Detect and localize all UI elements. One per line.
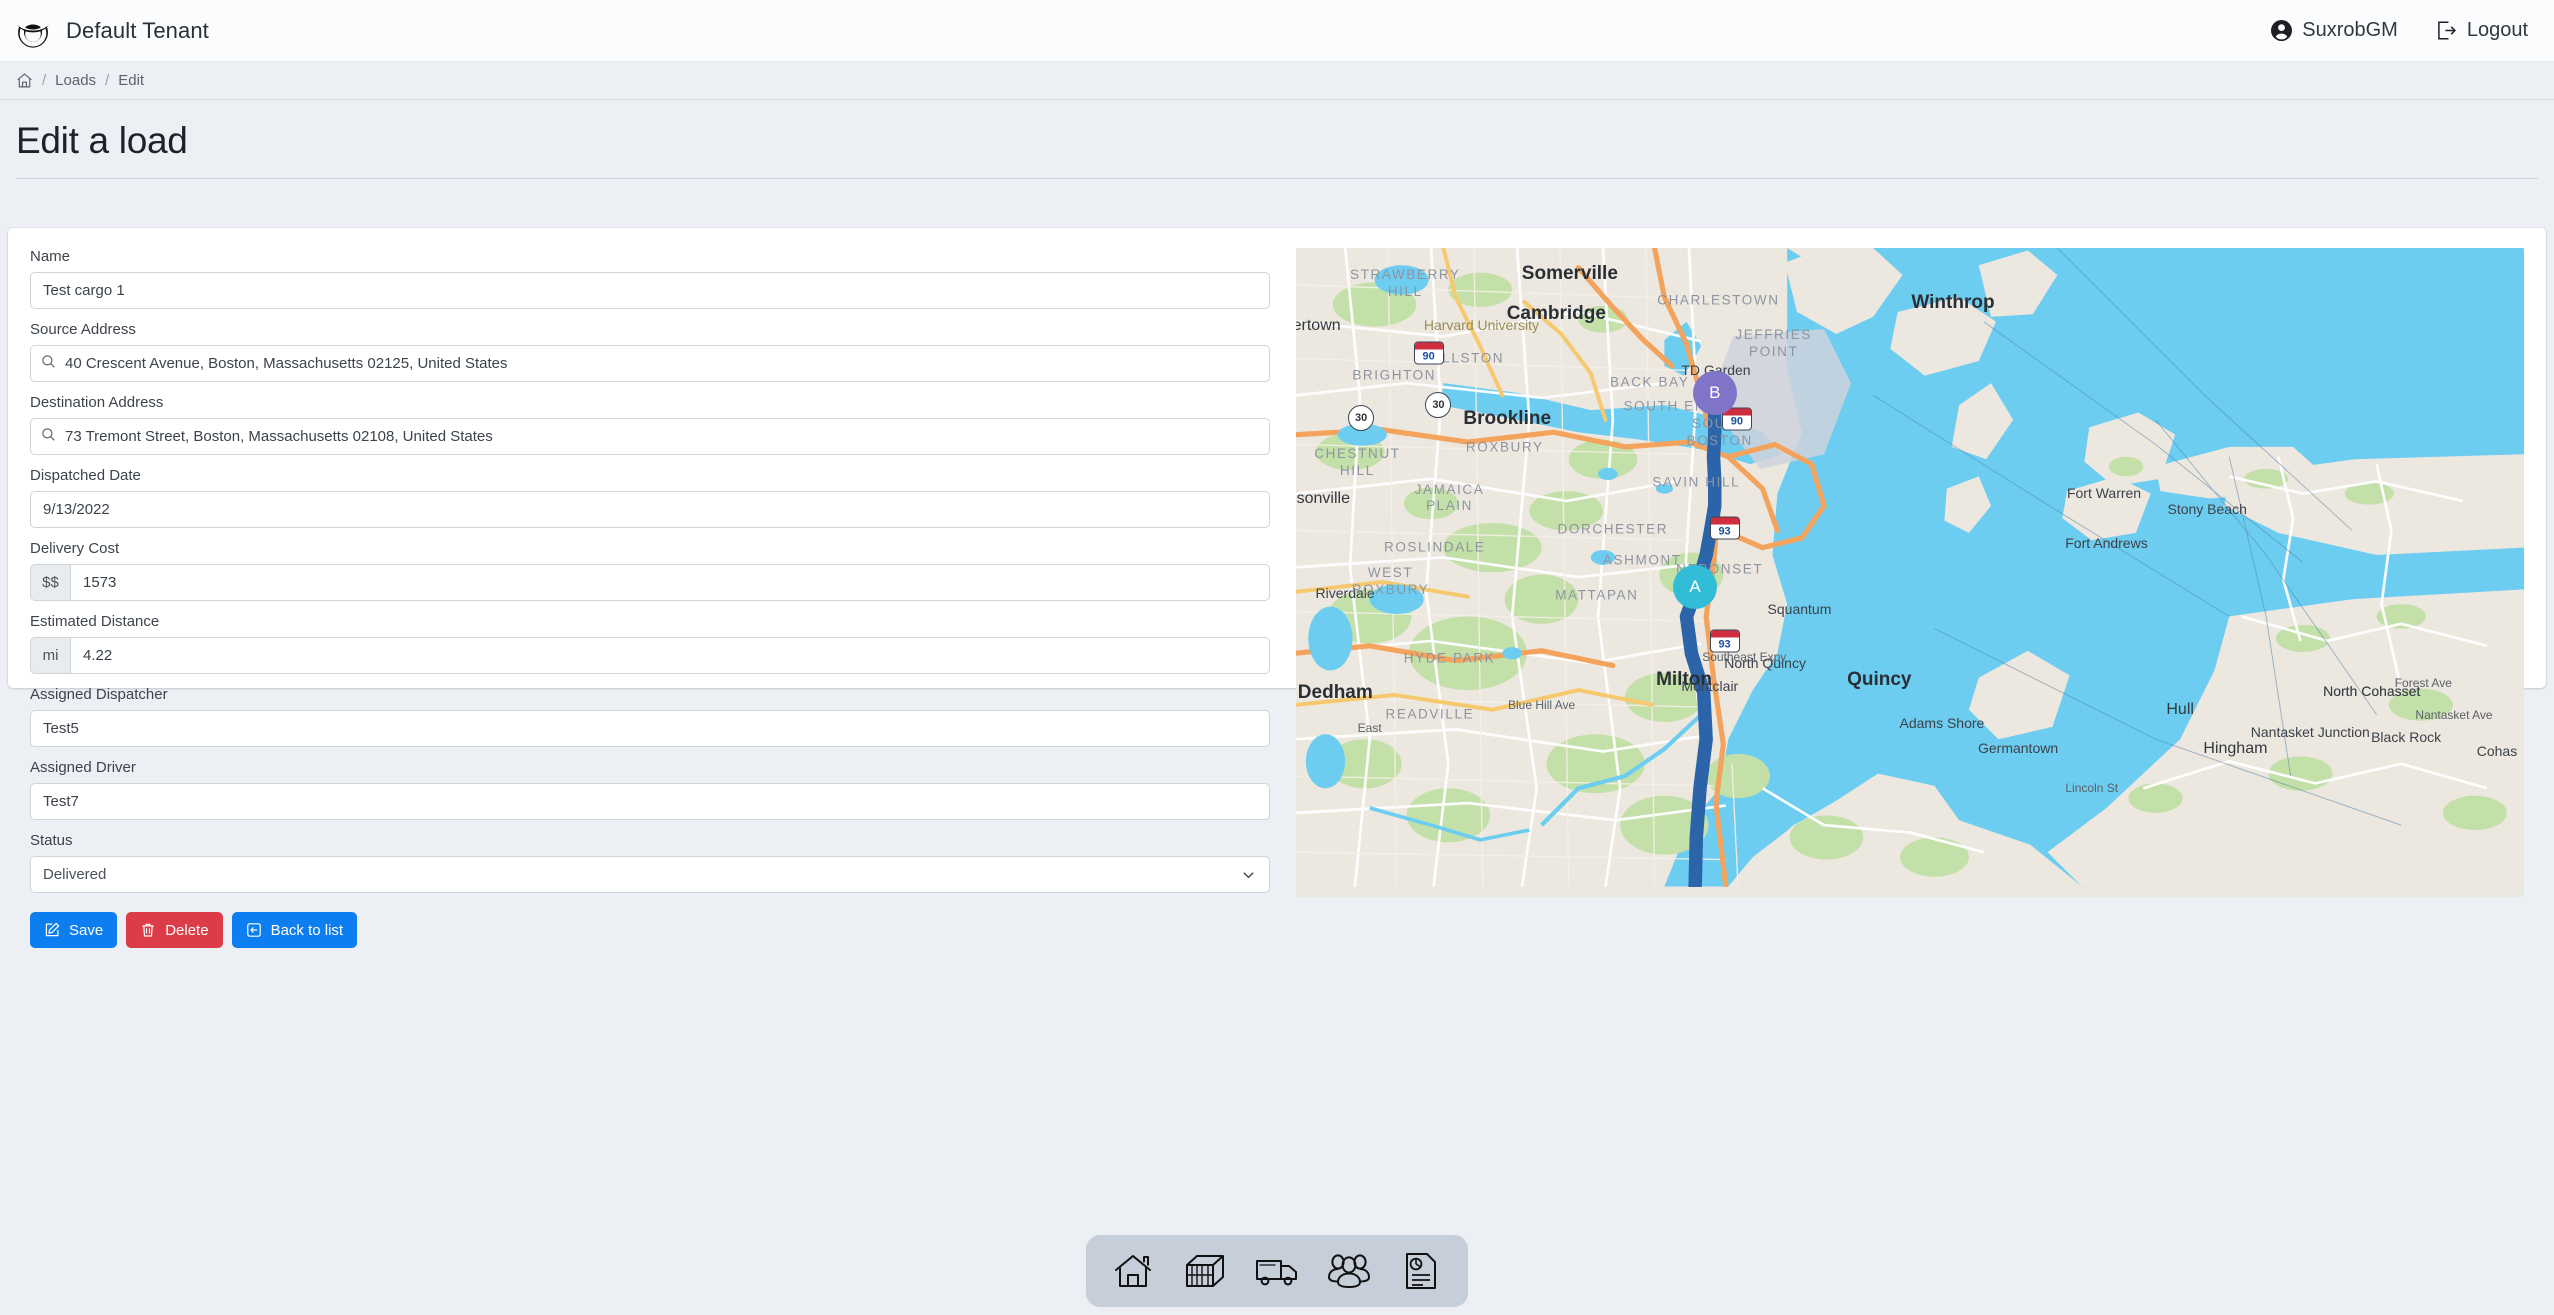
back-to-list-button[interactable]: Back to list <box>231 912 358 948</box>
pencil-square-icon <box>44 922 60 938</box>
label-assigned-driver: Assigned Driver <box>30 759 136 776</box>
container-icon <box>1184 1253 1226 1289</box>
delete-button[interactable]: Delete <box>126 912 223 948</box>
back-label: Back to list <box>270 921 344 939</box>
person-circle-icon <box>2271 20 2293 41</box>
field-name: Name Test cargo 1 <box>30 248 1270 309</box>
field-status: Status Delivered <box>30 832 1270 893</box>
state-route-shield-icon: 30 <box>1348 405 1375 432</box>
navbar-right: SuxrobGM Logout <box>2271 19 2528 42</box>
label-status: Status <box>30 832 73 849</box>
name-input[interactable]: Test cargo 1 <box>30 272 1270 309</box>
interstate-shield-icon: 93 <box>1709 629 1740 653</box>
field-delivery-cost: Delivery Cost $$ 1573 <box>30 540 1270 601</box>
delivery-cost-input[interactable]: 1573 <box>70 564 1270 601</box>
field-estimated-distance: Estimated Distance mi 4.22 <box>30 613 1270 674</box>
estimated-distance-input[interactable]: 4.22 <box>70 637 1270 674</box>
source-address-input[interactable]: 40 Crescent Avenue, Boston, Massachusett… <box>30 345 1270 382</box>
home-icon <box>1113 1253 1153 1289</box>
dock-item-reports[interactable] <box>1394 1247 1448 1295</box>
breadcrumb-separator-1: / <box>42 72 47 89</box>
brand-title: Default Tenant <box>66 17 209 43</box>
logout-icon <box>2436 20 2457 41</box>
arrow-left-square-icon <box>246 922 262 938</box>
source-address-value: 40 Crescent Avenue, Boston, Massachusett… <box>65 355 508 372</box>
report-icon <box>1403 1252 1439 1290</box>
user-name: SuxrobGM <box>2302 19 2398 41</box>
top-navbar: Default Tenant SuxrobGM Logout <box>0 0 2554 62</box>
breadcrumb-separator-2: / <box>105 72 110 89</box>
assigned-dispatcher-value: Test5 <box>43 720 79 737</box>
map-marker-b[interactable]: B <box>1692 370 1737 415</box>
bottom-dock <box>1086 1235 1468 1307</box>
users-icon <box>1327 1253 1371 1289</box>
status-select[interactable]: Delivered <box>30 856 1270 893</box>
label-delivery-cost: Delivery Cost <box>30 540 120 557</box>
field-assigned-driver: Assigned Driver Test7 <box>30 759 1270 820</box>
map-canvas <box>1296 248 2524 887</box>
estimated-distance-addon: mi <box>30 637 70 674</box>
breadcrumb-item-loads[interactable]: Loads <box>55 72 96 89</box>
label-estimated-distance: Estimated Distance <box>30 613 160 630</box>
assigned-dispatcher-input[interactable]: Test5 <box>30 710 1270 747</box>
breadcrumb: / Loads / Edit <box>0 62 2554 100</box>
page-header: Edit a load <box>0 100 2554 162</box>
trash-icon <box>140 922 156 938</box>
save-button[interactable]: Save <box>30 912 118 948</box>
label-destination-address: Destination Address <box>30 394 164 411</box>
dock-item-cargos[interactable] <box>1178 1247 1232 1295</box>
dock-item-employees[interactable] <box>1322 1247 1376 1295</box>
save-label: Save <box>69 921 104 939</box>
breadcrumb-home-icon[interactable] <box>16 72 33 89</box>
route-map-panel: Somerville Cambridge Winthrop Brookline Dedh… <box>1270 248 2524 897</box>
interstate-shield-icon: 90 <box>1413 341 1444 365</box>
dispatched-date-input[interactable]: 9/13/2022 <box>30 491 1270 528</box>
logout-button[interactable]: Logout <box>2436 19 2528 42</box>
name-value: Test cargo 1 <box>43 282 125 299</box>
label-name: Name <box>30 248 71 265</box>
status-value: Delivered <box>43 866 107 883</box>
dispatched-date-value: 9/13/2022 <box>43 501 110 518</box>
search-icon <box>41 354 56 373</box>
field-dispatched-date: Dispatched Date 9/13/2022 <box>30 467 1270 528</box>
dock-item-home[interactable] <box>1106 1247 1160 1295</box>
label-source-address: Source Address <box>30 321 136 338</box>
delivery-cost-value: 1573 <box>83 574 117 591</box>
estimated-distance-value: 4.22 <box>83 647 113 664</box>
destination-address-input[interactable]: 73 Tremont Street, Boston, Massachusetts… <box>30 418 1270 455</box>
edit-load-form: Name Test cargo 1 Source Address 40 Cres… <box>30 248 1270 948</box>
field-source-address: Source Address 40 Crescent Avenue, Bosto… <box>30 321 1270 382</box>
field-destination-address: Destination Address 73 Tremont Street, B… <box>30 394 1270 455</box>
label-assigned-dispatcher: Assigned Dispatcher <box>30 686 168 703</box>
breadcrumb-item-edit: Edit <box>118 72 145 89</box>
edit-load-card: Name Test cargo 1 Source Address 40 Cres… <box>8 228 2546 948</box>
assigned-driver-value: Test7 <box>43 793 79 810</box>
interstate-shield-icon: 93 <box>1709 516 1740 540</box>
title-divider <box>16 178 2538 179</box>
dock-item-loads[interactable] <box>1250 1247 1304 1295</box>
search-icon <box>41 427 56 446</box>
destination-address-value: 73 Tremont Street, Boston, Massachusetts… <box>65 428 493 445</box>
state-route-shield-icon: 30 <box>1425 392 1452 419</box>
assigned-driver-input[interactable]: Test7 <box>30 783 1270 820</box>
delivery-cost-addon: $$ <box>30 564 70 601</box>
label-dispatched-date: Dispatched Date <box>30 467 141 484</box>
logout-label: Logout <box>2466 19 2528 41</box>
form-actions: Save Delete Back to list <box>30 912 1270 948</box>
map-marker-a[interactable]: A <box>1673 564 1718 609</box>
logo-icon <box>14 12 52 50</box>
delete-label: Delete <box>165 921 209 939</box>
field-assigned-dispatcher: Assigned Dispatcher Test5 <box>30 686 1270 747</box>
brand[interactable]: Default Tenant <box>14 12 209 50</box>
page-title: Edit a load <box>16 120 188 161</box>
route-map[interactable]: Somerville Cambridge Winthrop Brookline Dedh… <box>1296 248 2524 897</box>
truck-icon <box>1255 1254 1299 1288</box>
user-menu[interactable]: SuxrobGM <box>2271 19 2398 42</box>
chevron-down-icon <box>1241 867 1256 882</box>
